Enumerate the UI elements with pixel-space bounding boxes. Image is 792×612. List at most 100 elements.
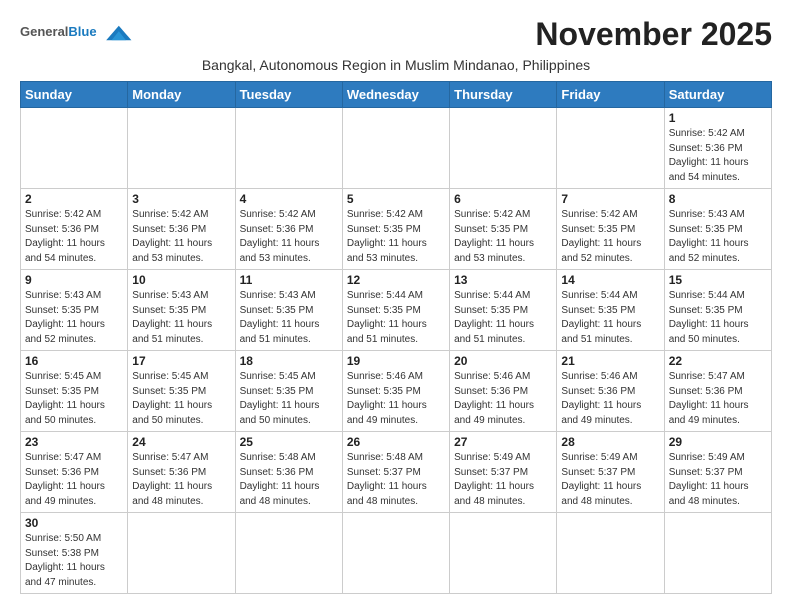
calendar-day-cell: 18 Sunrise: 5:45 AM Sunset: 5:35 PM Dayli… — [235, 351, 342, 432]
calendar-day-cell: 17Sunrise: 5:45 AM Sunset: 5:35 PM Dayli… — [128, 351, 235, 432]
day-number: 26 — [347, 435, 445, 449]
day-info: Sunrise: 5:46 AM Sunset: 5:35 PM Dayligh… — [347, 370, 445, 428]
day-info: Sunrise: 5:49 AM Sunset: 5:37 PM Dayligh… — [454, 451, 552, 509]
day-number: 18 — [240, 354, 338, 368]
day-info: Sunrise: 5:43 AM Sunset: 5:35 PM Dayligh… — [669, 208, 767, 266]
day-info: Sunrise: 5:48 AM Sunset: 5:36 PM Dayligh… — [240, 451, 338, 509]
day-info: Sunrise: 5:43 AM Sunset: 5:35 PM Dayligh… — [240, 289, 338, 347]
day-number: 12 — [347, 273, 445, 287]
calendar-day-cell: 14 Sunrise: 5:44 AM Sunset: 5:35 PM Dayli… — [557, 270, 664, 351]
day-number: 22 — [669, 354, 767, 368]
day-info: Sunrise: 5:42 AM Sunset: 5:36 PM Dayligh… — [240, 208, 338, 266]
day-number: 15 — [669, 273, 767, 287]
calendar-day-cell — [342, 108, 449, 189]
calendar-header: SundayMondayTuesdayWednesdayThursdayFrid… — [21, 82, 772, 108]
day-number: 20 — [454, 354, 552, 368]
calendar-week-row: 2 Sunrise: 5:42 AM Sunset: 5:36 PM Daylig… — [21, 189, 772, 270]
day-info: Sunrise: 5:50 AM Sunset: 5:38 PM Dayligh… — [25, 532, 123, 590]
day-number: 19 — [347, 354, 445, 368]
calendar-day-cell: 4 Sunrise: 5:42 AM Sunset: 5:36 PM Daylig… — [235, 189, 342, 270]
subtitle: Bangkal, Autonomous Region in Muslim Min… — [20, 57, 772, 73]
day-of-week-header: Sunday — [21, 82, 128, 108]
day-info: Sunrise: 5:42 AM Sunset: 5:36 PM Dayligh… — [25, 208, 123, 266]
calendar-day-cell — [235, 513, 342, 594]
day-number: 3 — [132, 192, 230, 206]
calendar-day-cell: 27Sunrise: 5:49 AM Sunset: 5:37 PM Dayli… — [450, 432, 557, 513]
day-info: Sunrise: 5:47 AM Sunset: 5:36 PM Dayligh… — [669, 370, 767, 428]
calendar-day-cell — [128, 108, 235, 189]
day-number: 30 — [25, 516, 123, 530]
calendar-day-cell — [342, 513, 449, 594]
day-number: 10 — [132, 273, 230, 287]
calendar-day-cell: 26 Sunrise: 5:48 AM Sunset: 5:37 PM Dayli… — [342, 432, 449, 513]
calendar-body: 1Sunrise: 5:42 AM Sunset: 5:36 PM Daylig… — [21, 108, 772, 594]
calendar-day-cell: 12 Sunrise: 5:44 AM Sunset: 5:35 PM Dayli… — [342, 270, 449, 351]
calendar-week-row: 30 Sunrise: 5:50 AM Sunset: 5:38 PM Dayli… — [21, 513, 772, 594]
day-info: Sunrise: 5:42 AM Sunset: 5:35 PM Dayligh… — [454, 208, 552, 266]
day-info: Sunrise: 5:43 AM Sunset: 5:35 PM Dayligh… — [25, 289, 123, 347]
day-number: 25 — [240, 435, 338, 449]
calendar-table: SundayMondayTuesdayWednesdayThursdayFrid… — [20, 81, 772, 594]
calendar-day-cell: 28Sunrise: 5:49 AM Sunset: 5:37 PM Dayli… — [557, 432, 664, 513]
calendar-day-cell: 9 Sunrise: 5:43 AM Sunset: 5:35 PM Daylig… — [21, 270, 128, 351]
calendar-day-cell: 25 Sunrise: 5:48 AM Sunset: 5:36 PM Dayli… — [235, 432, 342, 513]
day-number: 24 — [132, 435, 230, 449]
day-of-week-header: Friday — [557, 82, 664, 108]
calendar-day-cell: 23 Sunrise: 5:47 AM Sunset: 5:36 PM Dayli… — [21, 432, 128, 513]
day-info: Sunrise: 5:49 AM Sunset: 5:37 PM Dayligh… — [669, 451, 767, 509]
day-number: 16 — [25, 354, 123, 368]
calendar-day-cell — [557, 108, 664, 189]
calendar-day-cell: 10Sunrise: 5:43 AM Sunset: 5:35 PM Dayli… — [128, 270, 235, 351]
day-info: Sunrise: 5:45 AM Sunset: 5:35 PM Dayligh… — [132, 370, 230, 428]
day-number: 6 — [454, 192, 552, 206]
day-of-week-header: Saturday — [664, 82, 771, 108]
day-of-week-header: Tuesday — [235, 82, 342, 108]
logo-svg-icon — [99, 22, 135, 44]
calendar-day-cell: 6 Sunrise: 5:42 AM Sunset: 5:35 PM Daylig… — [450, 189, 557, 270]
day-number: 5 — [347, 192, 445, 206]
calendar-day-cell — [21, 108, 128, 189]
day-info: Sunrise: 5:44 AM Sunset: 5:35 PM Dayligh… — [561, 289, 659, 347]
day-number: 13 — [454, 273, 552, 287]
calendar-day-cell — [235, 108, 342, 189]
day-info: Sunrise: 5:44 AM Sunset: 5:35 PM Dayligh… — [347, 289, 445, 347]
calendar-day-cell: 19 Sunrise: 5:46 AM Sunset: 5:35 PM Dayli… — [342, 351, 449, 432]
calendar-day-cell: 7Sunrise: 5:42 AM Sunset: 5:35 PM Daylig… — [557, 189, 664, 270]
calendar-day-cell: 21 Sunrise: 5:46 AM Sunset: 5:36 PM Dayli… — [557, 351, 664, 432]
day-number: 29 — [669, 435, 767, 449]
calendar-day-cell: 22 Sunrise: 5:47 AM Sunset: 5:36 PM Dayli… — [664, 351, 771, 432]
calendar-day-cell — [128, 513, 235, 594]
calendar-day-cell: 20Sunrise: 5:46 AM Sunset: 5:36 PM Dayli… — [450, 351, 557, 432]
day-number: 4 — [240, 192, 338, 206]
calendar-day-cell: 11Sunrise: 5:43 AM Sunset: 5:35 PM Dayli… — [235, 270, 342, 351]
day-info: Sunrise: 5:45 AM Sunset: 5:35 PM Dayligh… — [240, 370, 338, 428]
day-number: 23 — [25, 435, 123, 449]
calendar-day-cell — [450, 513, 557, 594]
day-number: 21 — [561, 354, 659, 368]
day-number: 8 — [669, 192, 767, 206]
day-of-week-header: Wednesday — [342, 82, 449, 108]
calendar-day-cell: 15Sunrise: 5:44 AM Sunset: 5:35 PM Dayli… — [664, 270, 771, 351]
day-number: 14 — [561, 273, 659, 287]
month-title: November 2025 — [535, 16, 772, 53]
day-info: Sunrise: 5:46 AM Sunset: 5:36 PM Dayligh… — [561, 370, 659, 428]
calendar-week-row: 1Sunrise: 5:42 AM Sunset: 5:36 PM Daylig… — [21, 108, 772, 189]
calendar-day-cell: 29 Sunrise: 5:49 AM Sunset: 5:37 PM Dayli… — [664, 432, 771, 513]
calendar-day-cell: 5Sunrise: 5:42 AM Sunset: 5:35 PM Daylig… — [342, 189, 449, 270]
day-info: Sunrise: 5:42 AM Sunset: 5:36 PM Dayligh… — [669, 127, 767, 185]
calendar-day-cell: 24Sunrise: 5:47 AM Sunset: 5:36 PM Dayli… — [128, 432, 235, 513]
logo-text: GeneralBlue — [20, 25, 97, 39]
calendar-day-cell: 30 Sunrise: 5:50 AM Sunset: 5:38 PM Dayli… — [21, 513, 128, 594]
calendar-week-row: 23 Sunrise: 5:47 AM Sunset: 5:36 PM Dayli… — [21, 432, 772, 513]
calendar-day-cell: 13Sunrise: 5:44 AM Sunset: 5:35 PM Dayli… — [450, 270, 557, 351]
calendar-week-row: 9 Sunrise: 5:43 AM Sunset: 5:35 PM Daylig… — [21, 270, 772, 351]
day-number: 9 — [25, 273, 123, 287]
day-info: Sunrise: 5:48 AM Sunset: 5:37 PM Dayligh… — [347, 451, 445, 509]
day-info: Sunrise: 5:47 AM Sunset: 5:36 PM Dayligh… — [25, 451, 123, 509]
day-number: 2 — [25, 192, 123, 206]
header-row: SundayMondayTuesdayWednesdayThursdayFrid… — [21, 82, 772, 108]
day-info: Sunrise: 5:42 AM Sunset: 5:36 PM Dayligh… — [132, 208, 230, 266]
day-number: 28 — [561, 435, 659, 449]
header: GeneralBlue November 2025 — [20, 16, 772, 53]
calendar-day-cell: 1Sunrise: 5:42 AM Sunset: 5:36 PM Daylig… — [664, 108, 771, 189]
